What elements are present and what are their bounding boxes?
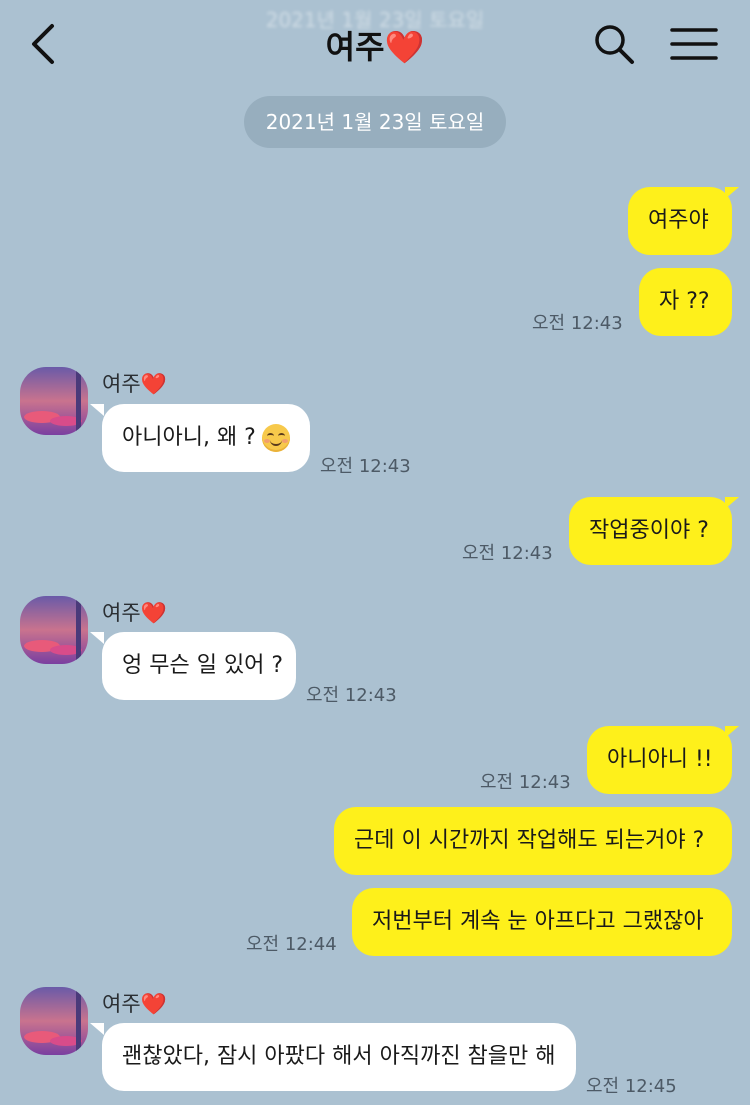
bubble-tail (725, 726, 739, 738)
sunset-avatar-image (20, 987, 88, 1055)
chat-header: 2021년 1월 23일 토요일 여주❤️ (0, 0, 750, 88)
sender-name: 여주❤️ (102, 368, 167, 398)
their-message-bubble[interactable]: 괜찮았다, 잠시 아팠다 해서 아직까진 참을만 해 (102, 1023, 576, 1091)
sender-name: 여주❤️ (102, 597, 167, 627)
sender-name: 여주❤️ (102, 988, 167, 1018)
date-divider: 2021년 1월 23일 토요일 (244, 96, 506, 148)
bubble-tail (90, 1023, 104, 1035)
their-message-bubble[interactable]: 아니아니, 왜 ? (102, 404, 310, 472)
sender-name-text: 여주 (102, 601, 141, 625)
heart-icon: ❤️ (140, 992, 167, 1016)
hamburger-menu-icon (670, 28, 718, 60)
my-message-bubble[interactable]: 여주야 (628, 187, 732, 255)
bubble-tail (90, 404, 104, 416)
my-message-bubble[interactable]: 작업중이야 ? (569, 497, 732, 565)
contact-avatar[interactable] (20, 987, 88, 1055)
heart-icon: ❤️ (384, 28, 425, 66)
search-icon (595, 25, 634, 64)
message-time: 오전 12:43 (480, 772, 571, 793)
smiling-face-icon (261, 424, 290, 452)
my-message-bubble[interactable]: 저번부터 계속 눈 아프다고 그랬잖아 (352, 888, 732, 956)
message-time: 오전 12:43 (532, 313, 623, 334)
message-time: 오전 12:45 (586, 1076, 677, 1097)
sender-name-text: 여주 (102, 372, 141, 396)
my-message-bubble[interactable]: 아니아니 !! (587, 726, 732, 794)
chat-title-name: 여주 (325, 28, 385, 66)
bubble-tail (90, 632, 104, 644)
sunset-avatar-image (20, 367, 88, 435)
sender-name-text: 여주 (102, 992, 141, 1016)
message-time: 오전 12:43 (320, 456, 411, 477)
message-time: 오전 12:43 (306, 685, 397, 706)
heart-icon: ❤️ (140, 601, 167, 625)
message-time: 오전 12:43 (462, 543, 553, 564)
menu-button[interactable] (668, 22, 720, 66)
message-time: 오전 12:44 (246, 934, 337, 955)
contact-avatar[interactable] (20, 367, 88, 435)
heart-icon: ❤️ (140, 372, 167, 396)
message-text: 아니아니, 왜 ? (122, 425, 256, 450)
sunset-avatar-image (20, 596, 88, 664)
contact-avatar[interactable] (20, 596, 88, 664)
bubble-tail (725, 187, 739, 199)
their-message-bubble[interactable]: 엉 무슨 일 있어 ? (102, 632, 296, 700)
my-message-bubble[interactable]: 근데 이 시간까지 작업해도 되는거야 ? (334, 807, 732, 875)
search-button[interactable] (590, 20, 638, 68)
bubble-tail (725, 497, 739, 509)
my-message-bubble[interactable]: 자 ?? (639, 268, 732, 336)
